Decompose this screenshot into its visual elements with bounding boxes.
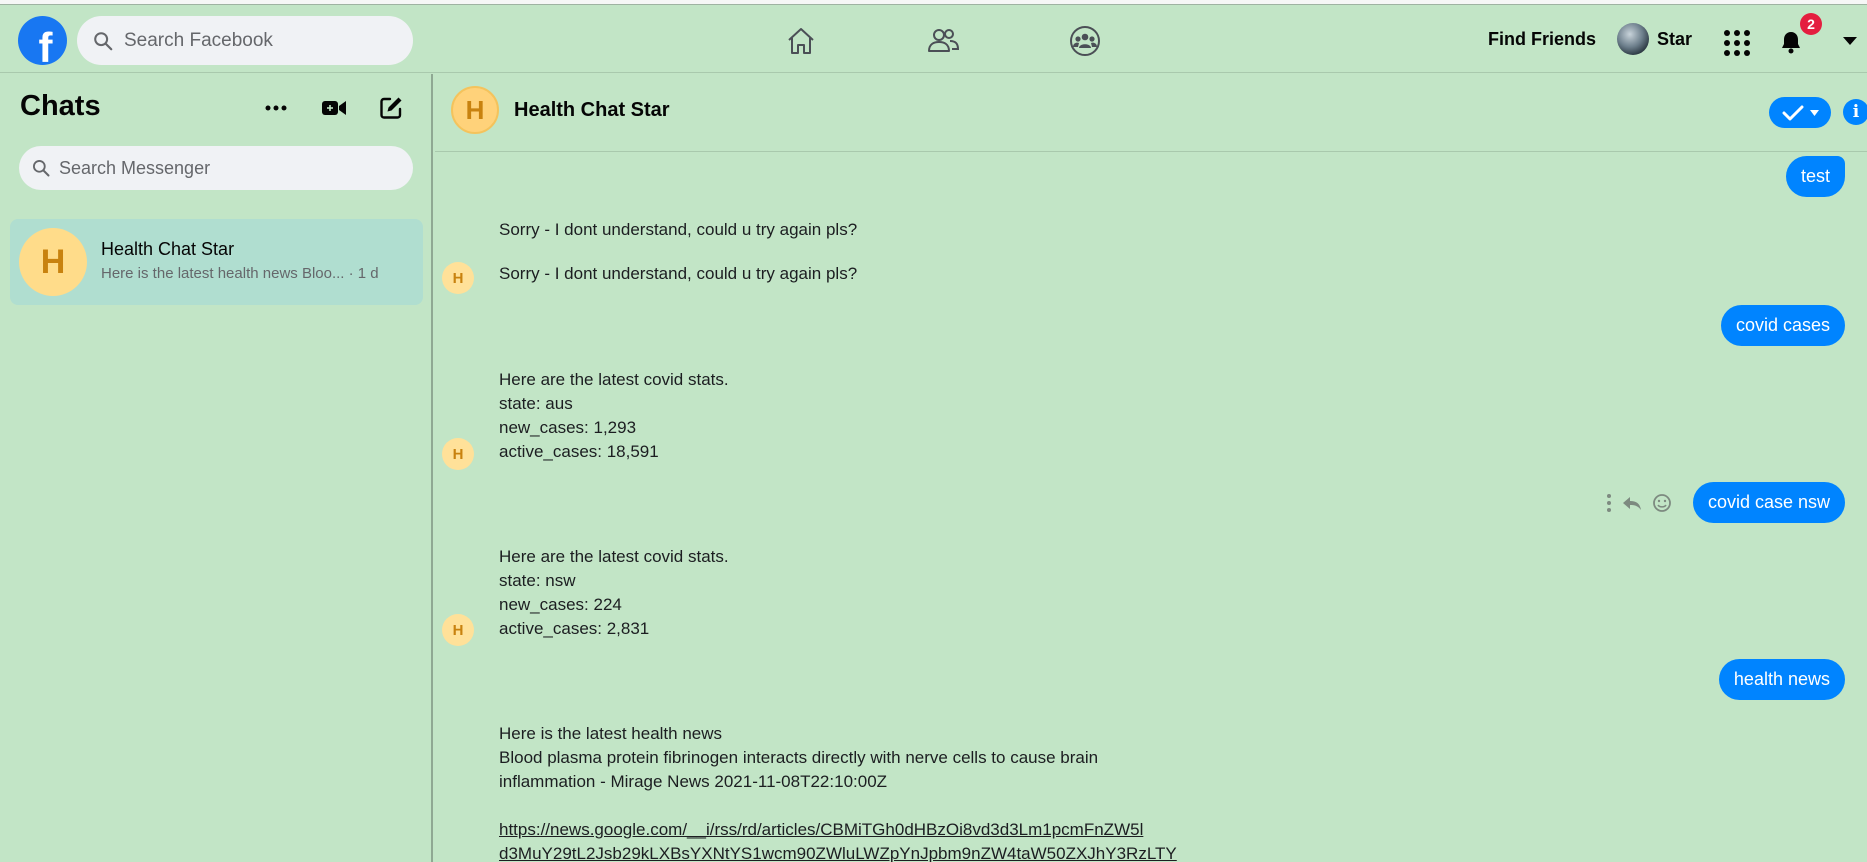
home-icon	[788, 28, 814, 54]
friends-icon	[928, 29, 960, 52]
grid-dot	[1734, 30, 1740, 36]
outgoing-message[interactable]: health news	[1718, 659, 1845, 700]
message-line: Here is the latest health news	[499, 724, 723, 743]
menu-grid-button[interactable]	[1724, 30, 1750, 56]
incoming-message[interactable]: Sorry - I dont understand, could u try a…	[499, 262, 857, 286]
top-navigation: f Search Facebook Find Friends Star 2	[0, 5, 1867, 73]
message-line: d3MuY29tL2Jsb29kLXBsYXNtYS1wcm90ZWluLWZp…	[499, 842, 1177, 862]
conversation-item[interactable]: H Health Chat Star Here is the latest he…	[10, 219, 423, 305]
checkmark-icon	[1782, 105, 1803, 120]
grid-dot	[1724, 40, 1730, 46]
grid-dot	[1724, 50, 1730, 56]
message-line: Here are the latest covid stats.	[499, 547, 729, 566]
search-placeholder: Search Facebook	[124, 29, 273, 51]
incoming-message[interactable]: Here are the latest covid stats. state: …	[499, 368, 729, 464]
grid-dot	[1744, 50, 1750, 56]
message-line: new_cases: 1,293	[499, 418, 637, 437]
conversation-preview: Here is the latest health news Bloo... ·…	[101, 265, 379, 282]
chat-avatar[interactable]: H	[451, 86, 499, 134]
search-placeholder: Search Messenger	[59, 157, 211, 178]
search-icon	[94, 31, 113, 50]
home-nav-button[interactable]	[780, 23, 822, 59]
grid-dot	[1734, 50, 1740, 56]
profile-button[interactable]: Star	[1617, 23, 1692, 55]
sender-avatar: H	[442, 262, 474, 294]
facebook-search-input[interactable]: Search Facebook	[77, 16, 413, 65]
news-link[interactable]: d3MuY29tL2Jsb29kLXBsYXNtYS1wcm90ZWluLWZp…	[499, 844, 1177, 862]
more-icon	[265, 105, 287, 111]
new-video-room-button[interactable]	[316, 90, 352, 126]
grid-dot	[1724, 30, 1730, 36]
chevron-down-icon	[1809, 109, 1819, 116]
messenger-search-input[interactable]: Search Messenger	[19, 146, 413, 190]
conversation-name: Health Chat Star	[101, 239, 235, 259]
emoji-react-icon[interactable]	[1652, 493, 1672, 513]
message-line: active_cases: 2,831	[499, 619, 650, 638]
search-icon	[33, 160, 50, 177]
page-title: Chats	[20, 90, 101, 122]
video-camera-icon	[322, 101, 346, 115]
grid-dot	[1734, 40, 1740, 46]
more-vertical-icon[interactable]	[1606, 493, 1612, 513]
logo-letter: f	[38, 24, 53, 66]
message-hover-actions	[1606, 493, 1672, 513]
news-link[interactable]: https://news.google.com/__i/rss/rd/artic…	[499, 820, 1143, 839]
sender-avatar: H	[442, 614, 474, 646]
incoming-message[interactable]: Here is the latest health news Blood pla…	[499, 722, 1177, 862]
outgoing-message[interactable]: covid cases	[1720, 305, 1845, 346]
message-line: https://news.google.com/__i/rss/rd/artic…	[499, 818, 1177, 842]
account-menu-caret-icon[interactable]	[1843, 37, 1857, 45]
sender-avatar: H	[442, 438, 474, 470]
profile-name: Star	[1657, 28, 1693, 49]
message-line: new_cases: 224	[499, 595, 622, 614]
chat-title[interactable]: Health Chat Star	[514, 99, 670, 122]
groups-nav-button[interactable]	[1064, 23, 1106, 59]
conversation-info-button[interactable]: i	[1843, 99, 1867, 125]
main-nav-icons	[780, 23, 1106, 59]
bell-icon[interactable]	[1778, 29, 1804, 55]
message-thread[interactable]: test Sorry - I dont understand, could u …	[435, 152, 1867, 862]
new-message-button[interactable]	[373, 90, 409, 126]
friends-nav-button[interactable]	[922, 23, 964, 59]
chat-header: H Health Chat Star i	[435, 74, 1867, 152]
reply-icon[interactable]	[1622, 495, 1642, 511]
conversation-avatar: H	[19, 228, 87, 296]
incoming-message[interactable]: Sorry - I dont understand, could u try a…	[499, 218, 857, 242]
incoming-message[interactable]: Here are the latest covid stats. state: …	[499, 545, 729, 641]
notification-badge: 2	[1800, 13, 1822, 35]
find-friends-link[interactable]: Find Friends	[1488, 29, 1596, 50]
facebook-logo[interactable]: f	[18, 16, 67, 65]
outgoing-message[interactable]: covid case nsw	[1692, 482, 1845, 523]
chat-options-button[interactable]	[258, 90, 294, 126]
outgoing-message[interactable]: test	[1785, 156, 1845, 197]
grid-dot	[1744, 30, 1750, 36]
groups-icon	[1070, 26, 1100, 56]
avatar	[1617, 23, 1649, 55]
chats-sidebar: Chats Search Messenger H Health Chat Sta…	[0, 74, 433, 862]
message-line: inflammation - Mirage News 2021-11-08T22…	[499, 772, 888, 791]
message-line: Here are the latest covid stats.	[499, 370, 729, 389]
message-line: Blood plasma protein fibrinogen interact…	[499, 748, 1099, 767]
compose-icon	[380, 97, 402, 119]
message-line: state: aus	[499, 394, 573, 413]
message-line: active_cases: 18,591	[499, 442, 659, 461]
message-line: state: nsw	[499, 571, 576, 590]
message-status-button[interactable]	[1769, 97, 1831, 128]
grid-dot	[1744, 40, 1750, 46]
